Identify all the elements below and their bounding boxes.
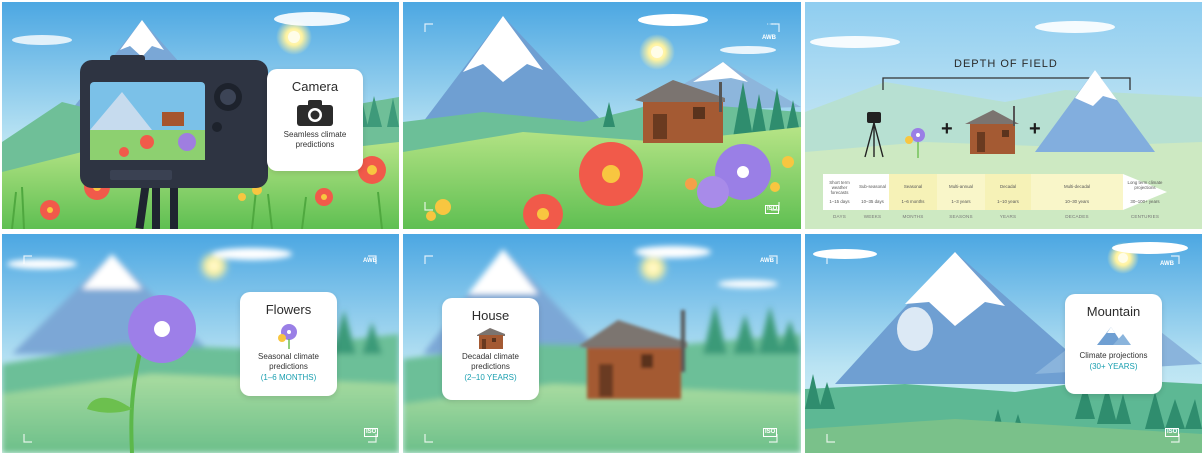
timeline-cell-top: Long term climate projections bbox=[1127, 180, 1163, 190]
timeline-cell-top: Multi-decadal bbox=[1063, 184, 1091, 189]
timeline-label: WEEKS bbox=[863, 214, 882, 219]
flowers-scene bbox=[2, 234, 399, 453]
flowers-info-card: Flowers Seasonal climate predictions (1–… bbox=[240, 292, 337, 396]
plus-icon: + bbox=[1029, 118, 1041, 140]
house-awb-badge: AWB bbox=[760, 258, 774, 264]
timeline-label: SEASONS bbox=[949, 214, 973, 219]
viewfinder-badge-small: • • • • bbox=[767, 21, 776, 26]
timeline-label: YEARS bbox=[999, 214, 1017, 219]
flower-icon bbox=[277, 323, 301, 349]
panel-flowers: AWB ISO Flowers Seasonal climate predict… bbox=[2, 234, 399, 453]
flowers-awb-badge: AWB bbox=[363, 258, 377, 264]
panel-camera: Camera Seamless climate predictions bbox=[2, 2, 399, 229]
camera-tripod bbox=[135, 181, 178, 229]
timeline-label: MONTHS bbox=[902, 214, 924, 219]
timeline-cell-top: Multi-annual bbox=[949, 184, 973, 189]
timeline-label: DAYS bbox=[833, 214, 846, 219]
timeline-cell-top: Sub-seasonal bbox=[859, 184, 886, 189]
mountain-icon bbox=[1096, 325, 1131, 345]
flowers-iso-badge: ISO bbox=[364, 428, 379, 437]
camera-info-card: Camera Seamless climate predictions bbox=[267, 69, 363, 171]
timeline-cell-range: 30–100+ years bbox=[1130, 199, 1160, 204]
timeline-label: CENTURIES bbox=[1130, 214, 1160, 219]
panel-viewfinder: • • • • AWB ISO bbox=[403, 2, 801, 229]
mountain-iso-badge: ISO bbox=[1165, 428, 1180, 437]
house-card-desc-2: predictions bbox=[471, 362, 510, 371]
panel-mountain: AWB ISO Mountain Climate projections (30… bbox=[805, 234, 1202, 453]
mountain-info-card: Mountain Climate projections (30+ YEARS) bbox=[1065, 294, 1162, 394]
mountain-awb-badge: AWB bbox=[1160, 261, 1174, 267]
flowers-card-desc-1: Seasonal climate bbox=[258, 352, 319, 361]
viewfinder-awb-badge: AWB bbox=[762, 35, 776, 41]
house-icon bbox=[476, 327, 506, 349]
timeline-cell-top: Decadal bbox=[999, 184, 1017, 189]
flowers-card-title: Flowers bbox=[265, 302, 312, 317]
camera-body bbox=[80, 55, 268, 188]
house-card-title: House bbox=[471, 308, 510, 323]
mountain-card-accent: (30+ YEARS) bbox=[1089, 362, 1138, 371]
timeline-cell-top: Seasonal bbox=[903, 184, 923, 189]
flowers-card-accent: (1–6 MONTHS) bbox=[260, 373, 317, 382]
house-card-desc-1: Decadal climate bbox=[462, 352, 519, 361]
timeline-cell-top: Short term weather forecasts bbox=[829, 180, 850, 195]
camera-card-desc-2: predictions bbox=[295, 140, 335, 149]
timeline-label: DECADES bbox=[1065, 214, 1089, 219]
timeline-cell-range: 10–35 days bbox=[861, 199, 884, 204]
house-iso-badge: ISO bbox=[763, 428, 778, 437]
timeline-cell-range: 10–30 years bbox=[1064, 199, 1090, 204]
timeline-cell-range: 1–6 months bbox=[901, 199, 925, 204]
mountain-card-title: Mountain bbox=[1086, 304, 1141, 319]
house-info-card: House Decadal climate predictions (2–10 … bbox=[442, 298, 539, 400]
mountain-card-desc-1: Climate projections bbox=[1079, 351, 1148, 360]
plus-icon: + bbox=[941, 118, 953, 140]
storyboard-grid: Camera Seamless climate predictions • • … bbox=[0, 0, 1204, 455]
dof-title: DEPTH OF FIELD bbox=[954, 58, 1058, 70]
flowers-card-desc-2: predictions bbox=[269, 362, 308, 371]
panel-house: AWB ISO House Decadal climate prediction… bbox=[403, 234, 801, 453]
house-card-accent: (2–10 YEARS) bbox=[464, 373, 517, 382]
timeline-cell-range: 1–15 days bbox=[829, 199, 850, 204]
dof-scene bbox=[805, 2, 1202, 229]
panel-depth-of-field: DEPTH OF FIELD + + Short term weather fo… bbox=[805, 2, 1202, 229]
camera-icon bbox=[297, 100, 333, 126]
camera-card-desc-1: Seamless climate bbox=[283, 130, 347, 139]
viewfinder-scene bbox=[403, 2, 801, 229]
viewfinder-iso-badge: ISO bbox=[765, 205, 780, 214]
camera-card-title: Camera bbox=[291, 79, 339, 94]
timeline-cell-range: 1–10 years bbox=[997, 199, 1019, 204]
timeline-cell-range: 1–3 years bbox=[951, 199, 971, 204]
